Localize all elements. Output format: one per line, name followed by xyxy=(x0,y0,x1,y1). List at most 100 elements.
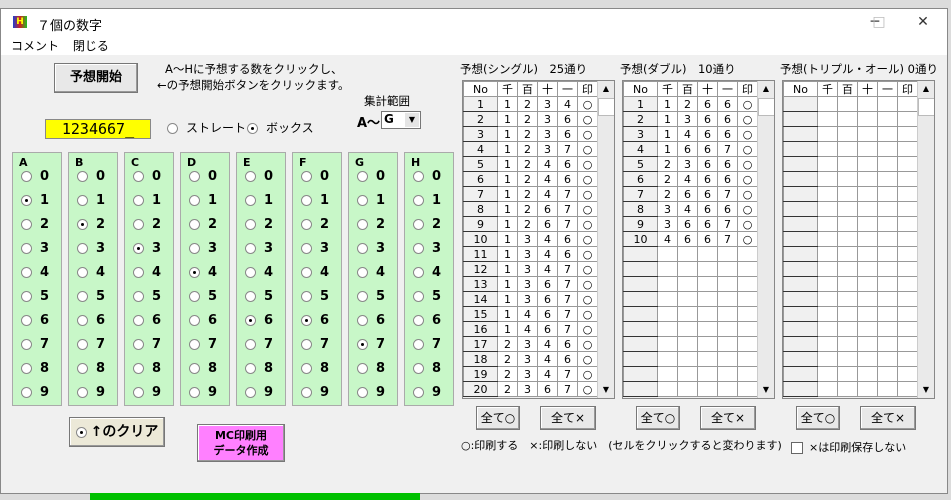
digit-radio-h-3[interactable]: 3 xyxy=(413,241,441,256)
print-mark-cell[interactable] xyxy=(897,276,918,292)
digit-radio-f-6[interactable]: 6 xyxy=(301,313,329,328)
digit-radio-h-8[interactable]: 8 xyxy=(413,361,441,376)
digit-radio-c-9[interactable]: 9 xyxy=(133,385,161,400)
print-mark-cell[interactable]: ○ xyxy=(577,276,598,292)
digit-radio-b-8[interactable]: 8 xyxy=(77,361,105,376)
digit-radio-b-5[interactable]: 5 xyxy=(77,289,105,304)
print-mark-cell[interactable] xyxy=(897,261,918,277)
print-mark-cell[interactable] xyxy=(897,366,918,382)
print-mark-cell[interactable]: ○ xyxy=(577,261,598,277)
print-mark-cell[interactable] xyxy=(897,231,918,247)
scroll-thumb[interactable] xyxy=(598,98,614,116)
print-mark-cell[interactable] xyxy=(737,366,758,382)
digit-radio-c-2[interactable]: 2 xyxy=(133,217,161,232)
print-mark-cell[interactable] xyxy=(897,216,918,232)
print-mark-cell[interactable] xyxy=(737,276,758,292)
print-mark-cell[interactable] xyxy=(897,201,918,217)
print-mark-cell[interactable]: ○ xyxy=(577,351,598,367)
digit-radio-a-3[interactable]: 3 xyxy=(21,241,49,256)
digit-radio-h-7[interactable]: 7 xyxy=(413,337,441,352)
print-mark-cell[interactable] xyxy=(737,261,758,277)
digit-radio-e-2[interactable]: 2 xyxy=(245,217,273,232)
print-mark-cell[interactable]: ○ xyxy=(577,156,598,172)
digit-radio-g-2[interactable]: 2 xyxy=(357,217,385,232)
scrollbar[interactable]: ▲ ▼ xyxy=(917,81,934,398)
digit-radio-a-6[interactable]: 6 xyxy=(21,313,49,328)
print-mark-cell[interactable]: ○ xyxy=(577,366,598,382)
digit-radio-e-0[interactable]: 0 xyxy=(245,169,273,184)
digit-radio-d-3[interactable]: 3 xyxy=(189,241,217,256)
print-mark-cell[interactable]: ○ xyxy=(577,201,598,217)
checkbox-icon[interactable] xyxy=(791,442,803,454)
digit-radio-e-7[interactable]: 7 xyxy=(245,337,273,352)
digit-radio-d-2[interactable]: 2 xyxy=(189,217,217,232)
scroll-thumb[interactable] xyxy=(918,98,934,116)
digit-radio-b-4[interactable]: 4 xyxy=(77,265,105,280)
print-mark-cell[interactable]: ○ xyxy=(577,321,598,337)
digit-radio-d-5[interactable]: 5 xyxy=(189,289,217,304)
digit-radio-a-4[interactable]: 4 xyxy=(21,265,49,280)
print-mark-cell[interactable] xyxy=(737,291,758,307)
print-mark-cell[interactable]: ○ xyxy=(737,126,758,142)
print-mark-cell[interactable]: ○ xyxy=(577,186,598,202)
digit-radio-f-2[interactable]: 2 xyxy=(301,217,329,232)
digit-radio-e-9[interactable]: 9 xyxy=(245,385,273,400)
mc-print-data-button[interactable]: MC印刷用 データ作成 xyxy=(197,424,285,462)
maximize-button[interactable]: □ xyxy=(857,11,901,33)
print-mark-cell[interactable]: ○ xyxy=(577,381,598,397)
all-print-button-2[interactable]: 全て○ xyxy=(796,406,840,430)
digit-radio-a-1[interactable]: 1 xyxy=(21,193,49,208)
digit-radio-f-0[interactable]: 0 xyxy=(301,169,329,184)
print-mark-cell[interactable] xyxy=(897,171,918,187)
digit-radio-g-6[interactable]: 6 xyxy=(357,313,385,328)
digit-radio-f-5[interactable]: 5 xyxy=(301,289,329,304)
scroll-down-icon[interactable]: ▼ xyxy=(918,382,934,398)
digit-radio-a-5[interactable]: 5 xyxy=(21,289,49,304)
digit-radio-d-8[interactable]: 8 xyxy=(189,361,217,376)
all-noprint-button-2[interactable]: 全て× xyxy=(860,406,916,430)
print-mark-cell[interactable]: ○ xyxy=(737,156,758,172)
digit-radio-d-1[interactable]: 1 xyxy=(189,193,217,208)
scroll-thumb[interactable] xyxy=(758,98,774,116)
digit-radio-g-3[interactable]: 3 xyxy=(357,241,385,256)
digit-radio-g-5[interactable]: 5 xyxy=(357,289,385,304)
digit-radio-e-8[interactable]: 8 xyxy=(245,361,273,376)
digit-radio-b-6[interactable]: 6 xyxy=(77,313,105,328)
print-mark-cell[interactable]: ○ xyxy=(737,96,758,112)
digit-radio-c-0[interactable]: 0 xyxy=(133,169,161,184)
print-mark-cell[interactable] xyxy=(897,246,918,262)
print-mark-cell[interactable]: ○ xyxy=(737,201,758,217)
digit-radio-h-2[interactable]: 2 xyxy=(413,217,441,232)
digit-radio-e-1[interactable]: 1 xyxy=(245,193,273,208)
digit-radio-d-0[interactable]: 0 xyxy=(189,169,217,184)
print-mark-cell[interactable] xyxy=(737,246,758,262)
digit-radio-b-9[interactable]: 9 xyxy=(77,385,105,400)
close-button[interactable]: ✕ xyxy=(901,11,945,33)
digit-radio-d-7[interactable]: 7 xyxy=(189,337,217,352)
clear-button[interactable]: ↑のクリア xyxy=(69,417,165,447)
scroll-up-icon[interactable]: ▲ xyxy=(918,81,934,97)
digit-radio-h-4[interactable]: 4 xyxy=(413,265,441,280)
print-mark-cell[interactable]: ○ xyxy=(737,216,758,232)
print-mark-cell[interactable]: ○ xyxy=(577,96,598,112)
print-mark-cell[interactable] xyxy=(897,306,918,322)
print-mark-cell[interactable] xyxy=(897,111,918,127)
scrollbar[interactable]: ▲ ▼ xyxy=(597,81,614,398)
digit-radio-c-4[interactable]: 4 xyxy=(133,265,161,280)
print-mark-cell[interactable]: ○ xyxy=(577,246,598,262)
digit-radio-a-8[interactable]: 8 xyxy=(21,361,49,376)
digit-radio-b-0[interactable]: 0 xyxy=(77,169,105,184)
digit-radio-f-8[interactable]: 8 xyxy=(301,361,329,376)
digit-radio-h-1[interactable]: 1 xyxy=(413,193,441,208)
print-mark-cell[interactable] xyxy=(737,381,758,397)
straight-radio[interactable]: ストレート xyxy=(167,119,246,136)
print-mark-cell[interactable]: ○ xyxy=(737,171,758,187)
digit-radio-a-2[interactable]: 2 xyxy=(21,217,49,232)
print-mark-cell[interactable] xyxy=(897,96,918,112)
digit-radio-f-4[interactable]: 4 xyxy=(301,265,329,280)
print-mark-cell[interactable] xyxy=(737,351,758,367)
print-mark-cell[interactable]: ○ xyxy=(737,231,758,247)
digit-radio-g-8[interactable]: 8 xyxy=(357,361,385,376)
digit-radio-b-2[interactable]: 2 xyxy=(77,217,105,232)
digit-radio-b-1[interactable]: 1 xyxy=(77,193,105,208)
